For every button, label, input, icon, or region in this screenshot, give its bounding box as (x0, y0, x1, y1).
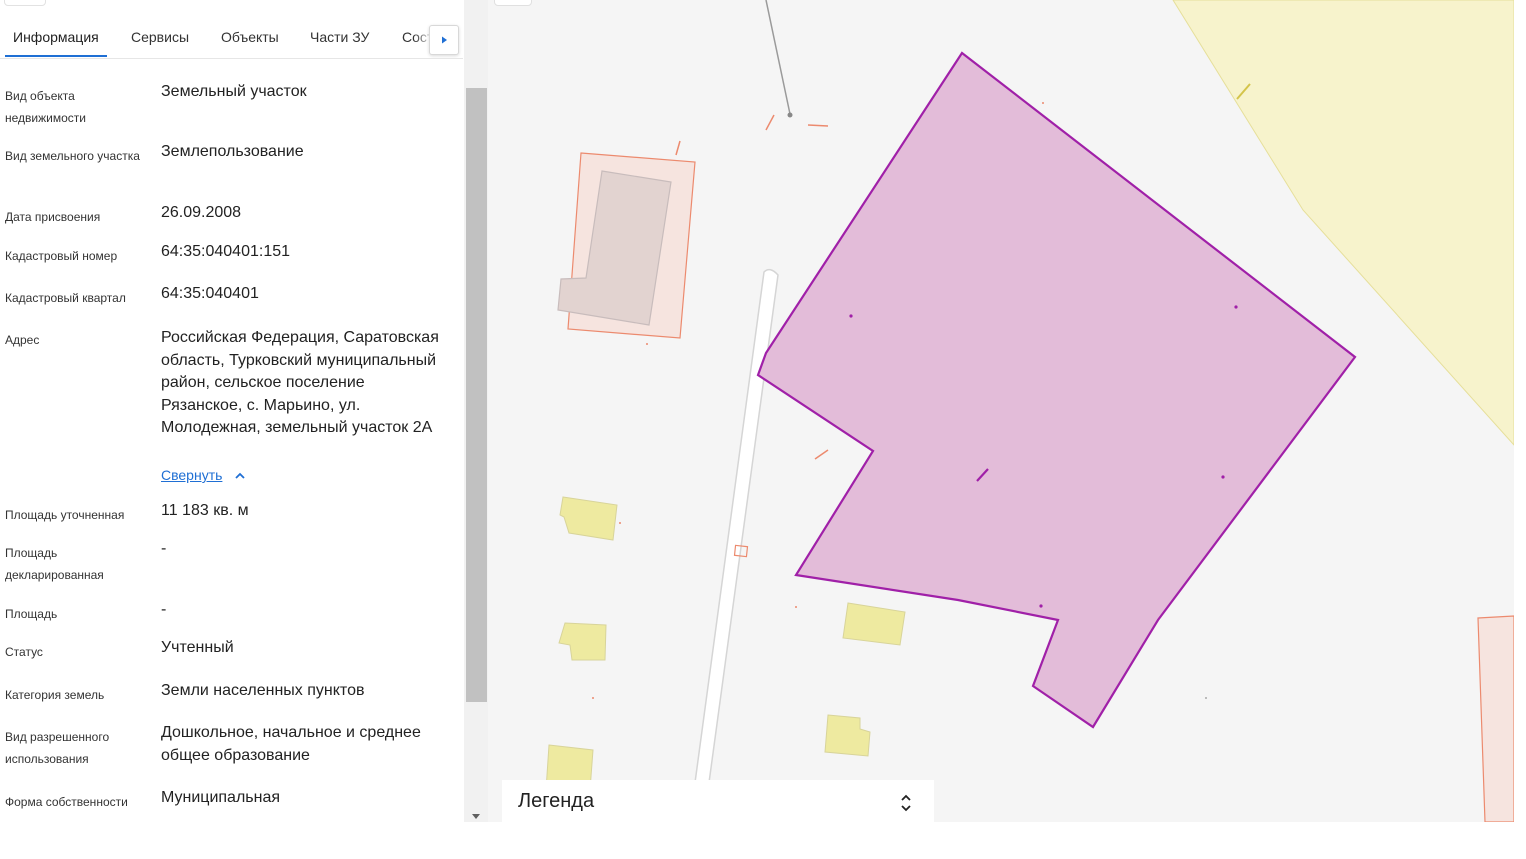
field-label: Дата присвоения (5, 210, 101, 224)
field-label: Статус (5, 645, 43, 659)
field-label: Вид земельного участка (5, 149, 140, 163)
parcel-marker (807, 124, 829, 127)
legend-title: Легенда (518, 790, 595, 812)
field-value: Земли населенных пунктов (161, 682, 365, 699)
field-value: Муниципальная (161, 789, 281, 806)
map-point (619, 522, 621, 524)
neighbor-parcel[interactable] (1477, 615, 1514, 822)
tabs-scroll-right-button[interactable] (429, 25, 459, 55)
field-label: Площадь уточненная (5, 508, 125, 522)
tab-bar: Информация Сервисы Объекты Части ЗУ Сост (0, 0, 463, 59)
address-collapse-link[interactable]: Свернуть (161, 467, 222, 483)
info-panel: Информация Сервисы Объекты Части ЗУ Сост… (0, 0, 488, 822)
map-point (646, 343, 648, 345)
field-label: Адрес (5, 333, 40, 347)
parcel-point (849, 314, 853, 318)
cadastral-map[interactable]: Легенда (488, 0, 1514, 822)
field-label: Вид разрешенного использования (5, 730, 110, 766)
field-value: Дошкольное, начальное и среднее общее об… (161, 724, 421, 764)
field-label: Вид объекта недвижимости (5, 89, 86, 125)
parcel-marker (675, 140, 681, 156)
building[interactable] (842, 602, 906, 646)
map-point (795, 606, 797, 608)
map-point (1042, 102, 1044, 104)
parcel-point (1039, 604, 1043, 608)
parcel-point (1221, 475, 1225, 479)
field-value[interactable]: 64:35:040401:151 (161, 241, 446, 264)
parcel-marker (765, 114, 775, 131)
field-label: Кадастровый номер (5, 249, 118, 263)
active-tab-indicator (5, 55, 107, 57)
bottom-strip (0, 822, 1526, 859)
field-label: Площадь декларированная (5, 546, 104, 582)
map-control-button[interactable] (494, 0, 532, 6)
field-label: Площадь (5, 607, 58, 621)
panel-scrollbar-thumb[interactable] (466, 88, 487, 702)
field-value: Учтенный (161, 639, 234, 656)
map-point (592, 697, 594, 699)
field-value: Земельный участок (161, 83, 307, 100)
field-value: 26.09.2008 (161, 204, 242, 221)
boundary-node (787, 112, 793, 118)
road (693, 268, 779, 791)
map-canvas[interactable] (488, 0, 1514, 822)
field-label: Форма собственности (5, 795, 128, 809)
parcel-point (1234, 305, 1238, 309)
field-value: Землепользование (161, 143, 304, 160)
tab-services[interactable]: Сервисы (131, 28, 189, 46)
map-point (1205, 697, 1207, 699)
field-label: Категория земель (5, 688, 105, 702)
tab-information[interactable]: Информация (13, 28, 99, 46)
field-value: - (161, 601, 167, 618)
building[interactable] (559, 496, 618, 541)
expand-collapse-icon[interactable] (900, 792, 912, 814)
chevron-right-icon (442, 36, 447, 44)
legend-panel[interactable]: Легенда (502, 780, 934, 822)
field-value: - (161, 540, 167, 557)
chevron-up-icon[interactable] (234, 470, 246, 482)
building[interactable] (558, 622, 607, 661)
field-value: 11 183 кв. м (161, 502, 249, 519)
scroll-down-arrow-icon[interactable] (470, 813, 482, 821)
field-label: Кадастровый квартал (5, 291, 126, 305)
building[interactable] (824, 714, 871, 757)
field-value: Российская Федерация, Саратовская област… (161, 329, 439, 436)
parcel-marker (814, 449, 829, 460)
tab-objects[interactable]: Объекты (221, 28, 279, 46)
boundary-line (765, 0, 791, 115)
field-value[interactable]: 64:35:040401 (161, 283, 446, 306)
tab-parcel-parts[interactable]: Части ЗУ (310, 28, 369, 46)
